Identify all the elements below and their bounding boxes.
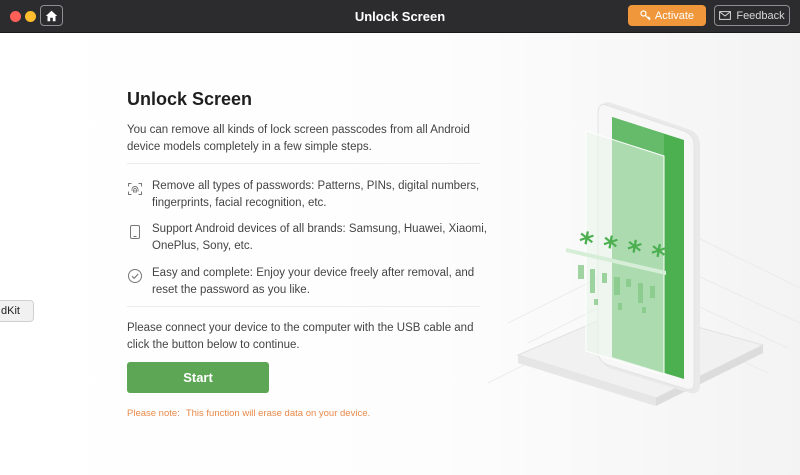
connect-instructions: Please connect your device to the comput… xyxy=(127,322,474,351)
main-content: Unlock Screen You can remove all kinds o… xyxy=(0,33,800,475)
background-window-tab[interactable]: dKit xyxy=(0,300,34,322)
feature-text: Easy and complete: Enjoy your device fre… xyxy=(152,267,475,296)
feedback-label: Feedback xyxy=(736,9,785,22)
note-text: This function will erase data on your de… xyxy=(185,408,371,419)
feature-text: Support Android devices of all brands: S… xyxy=(152,223,487,252)
intro-text: You can remove all kinds of lock screen … xyxy=(127,124,470,153)
feedback-button[interactable]: Feedback xyxy=(714,5,790,26)
activate-button[interactable]: Activate xyxy=(628,5,706,26)
activate-label: Activate xyxy=(654,9,695,22)
phone-icon xyxy=(130,225,140,239)
divider xyxy=(127,163,480,164)
feature-text: Remove all types of passwords: Patterns,… xyxy=(152,180,480,209)
fingerprint-icon xyxy=(128,183,142,195)
phone-unlock-illustration: * * * * xyxy=(488,102,800,406)
key-icon xyxy=(640,10,651,21)
warning-note: Please note: This function will erase dat… xyxy=(127,408,370,419)
note-label: Please note: xyxy=(127,408,180,419)
start-button[interactable]: Start xyxy=(127,362,269,393)
app-window: Unlock Screen Activate Feedback Unlock S… xyxy=(0,0,800,475)
page-title: Unlock Screen xyxy=(127,89,253,109)
title-bar: Unlock Screen Activate Feedback xyxy=(0,0,800,33)
check-circle-icon xyxy=(128,269,142,283)
mail-icon xyxy=(719,11,732,20)
divider xyxy=(127,306,480,307)
